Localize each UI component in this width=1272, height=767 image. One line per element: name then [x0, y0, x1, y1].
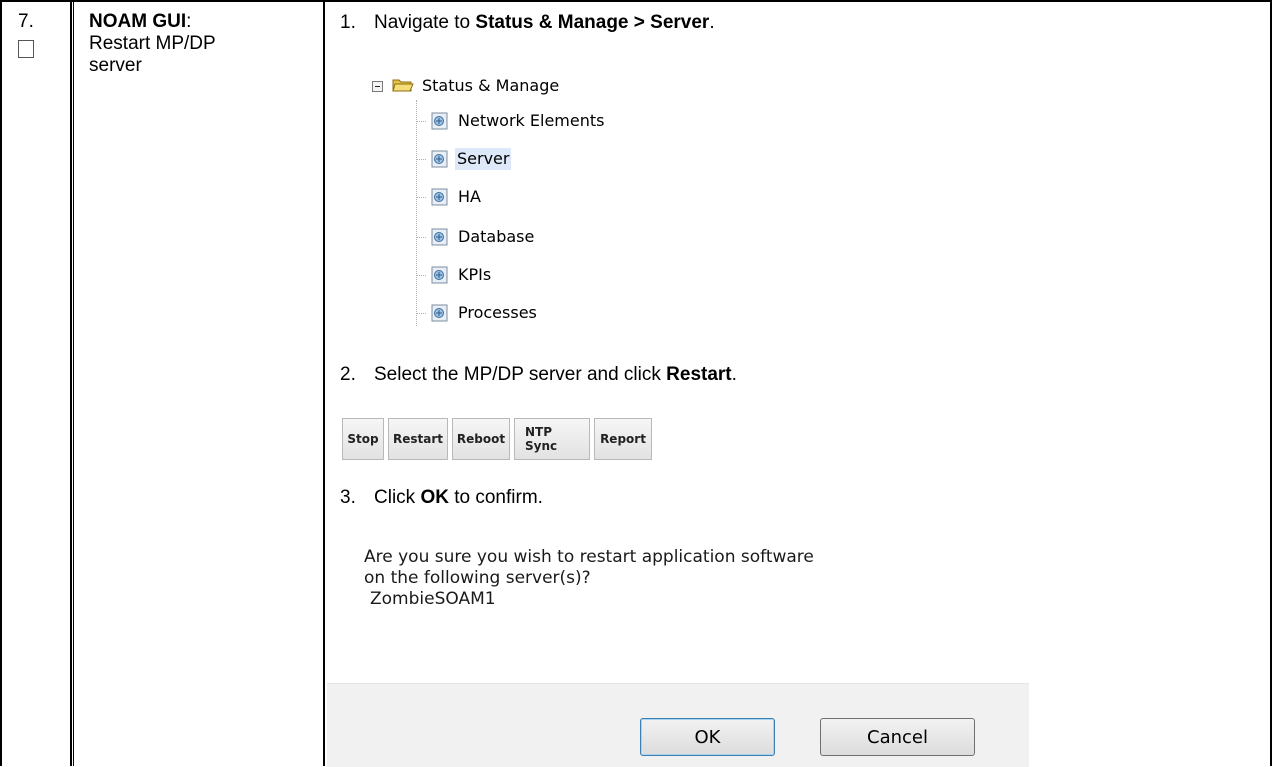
cancel-button[interactable]: Cancel — [820, 718, 975, 756]
tree-branch — [416, 197, 426, 198]
folder-open-icon — [392, 79, 414, 92]
tree-branch — [416, 313, 426, 314]
page-icon — [431, 228, 448, 246]
instruction-3-number: 3. — [340, 487, 356, 508]
tree-item-label-selected: Server — [455, 148, 512, 170]
ntp-sync-button[interactable]: NTP Sync — [514, 418, 590, 460]
instruction-3: 3. Click OK to confirm. — [340, 487, 543, 509]
instruction-2: 2. Select the MP/DP server and click Rest… — [340, 364, 737, 386]
tree-item-kpis[interactable]: KPIs — [416, 264, 736, 286]
tree-item-label: HA — [458, 187, 481, 206]
instruction-1-bold: Status & Manage > Server — [475, 12, 710, 33]
tree-item-processes[interactable]: Processes — [416, 302, 736, 324]
instruction-1-post: . — [709, 12, 715, 33]
tree-branch — [416, 121, 426, 122]
tree-root-label: Status & Manage — [422, 76, 560, 95]
page-icon — [431, 266, 448, 284]
instruction-1-number: 1. — [340, 12, 356, 33]
page-icon — [431, 112, 448, 130]
instruction-2-pre: Select the MP/DP server and click — [374, 364, 667, 385]
dialog-footer: OK Cancel — [327, 683, 1029, 767]
instruction-1: 1. Navigate to Status & Manage > Server. — [340, 12, 715, 34]
confirm-server-name: ZombieSOAM1 — [370, 589, 496, 609]
page-icon — [431, 304, 448, 322]
instruction-3-pre: Click — [374, 487, 421, 508]
col-divider-2 — [323, 0, 325, 766]
tree-item-label: KPIs — [458, 265, 492, 284]
tree-branch — [416, 275, 426, 276]
step-title: NOAM GUI: Restart MP/DP server — [89, 11, 299, 77]
page-icon — [431, 188, 448, 206]
step-title-line1: Restart MP/DP — [89, 33, 216, 54]
tree-item-label: Processes — [458, 303, 537, 322]
instruction-2-number: 2. — [340, 364, 356, 385]
confirm-line-1: Are you sure you wish to restart applica… — [364, 547, 814, 567]
reboot-button[interactable]: Reboot — [452, 418, 510, 460]
table-left-border — [0, 0, 2, 766]
report-button[interactable]: Report — [594, 418, 652, 460]
tree-item-label: Database — [458, 227, 535, 246]
confirm-message: Are you sure you wish to restart applica… — [364, 547, 814, 610]
ok-button[interactable]: OK — [640, 718, 775, 756]
confirm-line-2: on the following server(s)? — [364, 568, 591, 588]
tree-branch — [416, 237, 426, 238]
tree-item-label: Network Elements — [458, 111, 605, 130]
tree-branch — [416, 159, 426, 160]
tree-item-server[interactable]: Server — [416, 148, 736, 170]
step-title-bold: NOAM GUI — [89, 11, 187, 32]
procedure-table: 7. NOAM GUI: Restart MP/DP server 1. Navi… — [0, 0, 1272, 767]
table-top-border — [0, 0, 1272, 2]
restart-button[interactable]: Restart — [388, 418, 448, 460]
instruction-1-pre: Navigate to — [374, 12, 476, 33]
instruction-3-post: to confirm. — [448, 487, 543, 508]
stop-button[interactable]: Stop — [342, 418, 384, 460]
step-checkbox[interactable] — [18, 40, 34, 58]
server-action-toolbar: Stop Restart Reboot NTP Sync Report — [342, 418, 652, 460]
navigation-tree: Status & Manage Network Elements Server — [372, 70, 772, 330]
page-icon — [431, 150, 448, 168]
step-title-colon: : — [186, 11, 192, 32]
tree-item-network-elements[interactable]: Network Elements — [416, 110, 736, 132]
instruction-2-post: . — [731, 364, 737, 385]
tree-item-ha[interactable]: HA — [416, 186, 736, 208]
step-number: 7. — [18, 11, 34, 32]
tree-item-database[interactable]: Database — [416, 226, 736, 248]
tree-connector-line — [416, 100, 417, 326]
instruction-2-bold: Restart — [666, 364, 732, 385]
col-divider-1 — [70, 0, 72, 766]
col-divider-1-double — [73, 0, 74, 766]
instruction-3-bold: OK — [420, 487, 449, 508]
collapse-icon[interactable] — [372, 81, 383, 92]
tree-root-status-manage[interactable]: Status & Manage — [372, 75, 752, 97]
step-title-line2: server — [89, 55, 142, 76]
